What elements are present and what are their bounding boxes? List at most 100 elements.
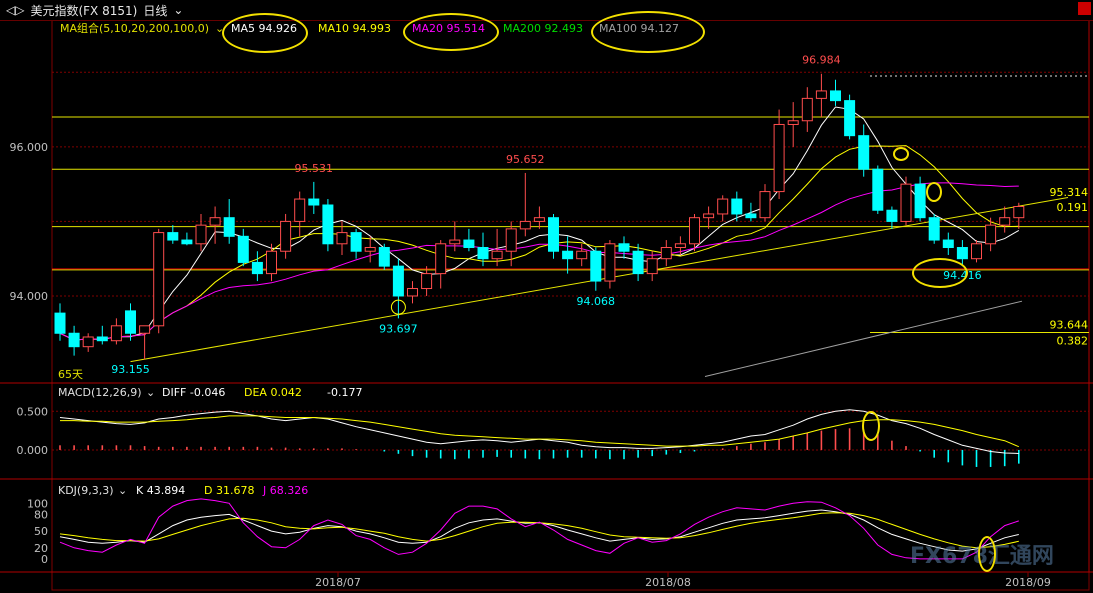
price-chart[interactable]: 94.000 96.000 95.314 0.191 93.644 0.382 96.9… xyxy=(0,0,1093,593)
candle-up xyxy=(280,220,292,252)
candle-up xyxy=(999,217,1011,226)
candle-up xyxy=(985,224,997,245)
kdj-tick-label: 0 xyxy=(41,553,48,566)
kdj-tick-label: 50 xyxy=(34,525,48,538)
candle-down xyxy=(477,247,489,260)
highlight-ellipse xyxy=(926,182,942,202)
level-label: 93.644 xyxy=(1050,319,1089,332)
candle-up xyxy=(660,247,672,260)
days-label: 65天 xyxy=(58,368,83,381)
price-annotation: 95.652 xyxy=(506,153,545,166)
candle-up xyxy=(801,97,813,122)
back-forward-icon[interactable]: ◁▷ xyxy=(6,3,24,17)
candle-down xyxy=(858,135,870,170)
highlight-ellipse xyxy=(222,13,308,53)
candle-up xyxy=(407,288,418,297)
kdj-d-value: D 31.678 xyxy=(204,484,254,497)
candle-down xyxy=(928,217,940,241)
candle-up xyxy=(139,325,151,334)
candle-up xyxy=(646,258,658,275)
macd-legend-dropdown[interactable]: ⌄ xyxy=(146,386,155,399)
price-annotation: 93.697 xyxy=(379,323,418,336)
instrument-title: 美元指数(FX 8151) xyxy=(30,3,138,18)
chart-frame xyxy=(51,19,1090,591)
ma200-value: MA200 92.493 xyxy=(503,22,583,35)
kdj-j-value: J 68.326 xyxy=(262,484,308,497)
highlight-ellipse xyxy=(978,536,996,572)
candle-up xyxy=(364,247,376,252)
candle-up xyxy=(435,243,447,275)
kdj-k-line xyxy=(59,509,1019,552)
kdj-tick-label: 80 xyxy=(34,508,48,521)
candle-down xyxy=(237,235,249,263)
kdj-d-line xyxy=(59,512,1019,549)
candle-up xyxy=(505,228,517,252)
macd-legend-label[interactable]: MACD(12,26,9) xyxy=(58,386,142,399)
horizontal-levels: 95.314 0.191 93.644 0.382 xyxy=(52,75,1089,348)
candle-down xyxy=(68,332,80,348)
price-annotation: 96.984 xyxy=(802,53,841,66)
candle-down xyxy=(590,250,602,282)
candle-down xyxy=(618,243,630,252)
candle-up xyxy=(900,183,912,222)
fib-ratio-label: 0.382 xyxy=(1057,335,1089,348)
candle-up xyxy=(759,191,771,219)
candle-up xyxy=(1013,206,1025,219)
candle-down xyxy=(463,239,475,249)
candle-down xyxy=(914,183,926,219)
candle-up xyxy=(689,217,700,245)
candle-up xyxy=(209,217,221,226)
candle-down xyxy=(392,265,404,297)
fib-ratio-label: 0.191 xyxy=(1057,201,1089,214)
candle-down xyxy=(96,336,108,342)
highlight-ellipse xyxy=(893,147,909,161)
ma100-line xyxy=(704,300,1023,377)
kdj-legend-dropdown[interactable]: ⌄ xyxy=(118,484,127,497)
highlight-ellipse xyxy=(403,13,499,51)
highlight-ellipse xyxy=(912,258,968,288)
ma-legend-label[interactable]: MA组合(5,10,20,200,100,0) xyxy=(60,21,209,35)
kdj-legend-label[interactable]: KDJ(9,3,3) xyxy=(58,484,114,497)
candle-up xyxy=(266,250,277,275)
candle-up xyxy=(787,120,799,125)
candle-down xyxy=(378,247,390,267)
macd-panel: 0.500 0.000 xyxy=(17,405,1089,467)
kdj-panel: 1008050200 xyxy=(27,497,1019,566)
candle-down xyxy=(942,239,954,249)
macd-tick-label: 0.000 xyxy=(17,444,49,457)
candle-up xyxy=(674,243,686,249)
candle-down xyxy=(562,250,574,260)
candle-down xyxy=(54,312,66,334)
price-annotation: 95.531 xyxy=(295,162,334,175)
macd-hist-value: -0.177 xyxy=(327,386,362,399)
y-axis-labels: 94.000 96.000 xyxy=(10,141,49,303)
candle-up xyxy=(449,239,461,245)
ma10-value: MA10 94.993 xyxy=(318,22,391,35)
candle-up xyxy=(421,273,433,290)
highlight-ellipse xyxy=(862,411,880,441)
candle-up xyxy=(773,123,785,193)
candle-up xyxy=(703,213,715,219)
candle-up xyxy=(294,198,306,222)
candle-up xyxy=(533,217,545,222)
moving-average-lines xyxy=(59,106,1069,377)
candle-down xyxy=(830,90,841,102)
close-icon[interactable] xyxy=(1078,2,1091,15)
x-axis-labels: 2018/07 2018/08 2018/09 xyxy=(315,572,1051,589)
candle-up xyxy=(604,243,616,282)
candle-down xyxy=(350,232,362,252)
title-bar: ◁▷ 美元指数(FX 8151) 日线 ⌄ xyxy=(0,0,1093,21)
candle-up xyxy=(971,243,982,260)
period-selector[interactable]: 日线 xyxy=(143,2,167,19)
candle-down xyxy=(844,100,856,137)
candle-up xyxy=(110,325,122,342)
candle-down xyxy=(322,204,334,245)
x-tick-label: 2018/08 xyxy=(645,576,691,589)
candle-down xyxy=(745,213,757,219)
period-dropdown-icon[interactable]: ⌄ xyxy=(173,3,183,17)
candle-down xyxy=(125,310,136,334)
price-tick-label: 94.000 xyxy=(10,290,49,303)
kdj-j-line xyxy=(59,498,1019,560)
candle-up xyxy=(519,220,531,230)
candle-down xyxy=(223,217,235,237)
